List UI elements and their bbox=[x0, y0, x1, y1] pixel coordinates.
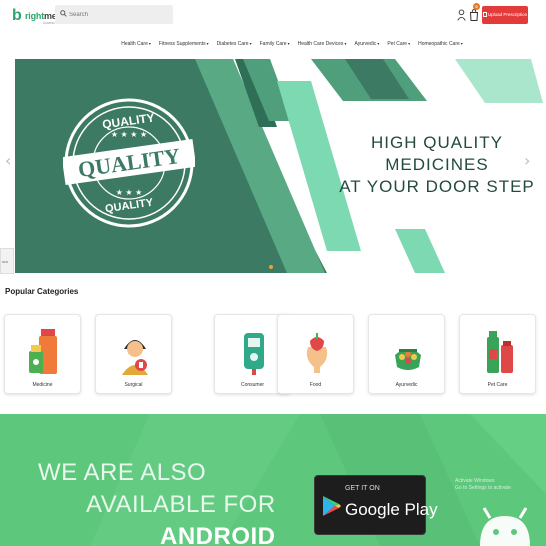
nav-family-care[interactable]: Family Care bbox=[260, 36, 290, 52]
svg-text:★ ★ ★: ★ ★ ★ bbox=[116, 188, 143, 197]
carousel-dot[interactable] bbox=[269, 265, 273, 269]
medicine-icon bbox=[29, 329, 57, 374]
nav-pet-care[interactable]: Pet Care bbox=[387, 36, 410, 52]
side-tab[interactable]: ora bbox=[0, 248, 14, 274]
android-headline-line-3: ANDROID bbox=[160, 523, 276, 546]
cart-icon[interactable] bbox=[469, 9, 479, 21]
google-play-icon bbox=[323, 496, 341, 516]
prescription-icon bbox=[482, 12, 487, 17]
popular-categories-title: Popular Categories bbox=[5, 287, 79, 296]
hero-headline-line-2: MEDICINES bbox=[385, 155, 489, 174]
search-icon bbox=[60, 10, 67, 17]
nav-health-care[interactable]: Health Care bbox=[121, 36, 151, 52]
logo-mark: b bbox=[12, 7, 22, 24]
svg-text:QUALITY: QUALITY bbox=[101, 110, 155, 131]
nav-diabetes-care[interactable]: Diabetes Care bbox=[217, 36, 252, 52]
search-input[interactable] bbox=[69, 8, 169, 21]
android-banner: WE ARE ALSO AVAILABLE FOR ANDROID GET IT… bbox=[0, 414, 546, 546]
upload-prescription-button[interactable]: Upload Prescription bbox=[482, 6, 528, 24]
pet-care-icon bbox=[487, 331, 513, 373]
ayurvedic-icon bbox=[395, 349, 421, 370]
google-play-big-text: Google Play bbox=[345, 500, 438, 519]
category-label: Pet Care bbox=[487, 382, 508, 388]
hero-headline-line-1: HIGH QUALITY bbox=[371, 133, 503, 152]
svg-text:★ ★ ★ ★: ★ ★ ★ ★ bbox=[111, 130, 147, 139]
nav-ayurvedic[interactable]: Ayurvedic bbox=[354, 36, 379, 52]
cart-count-badge: 0 bbox=[473, 3, 480, 10]
category-card-food[interactable]: Food bbox=[277, 314, 354, 394]
nav-homeopathic-care[interactable]: Homeopathic Care bbox=[418, 36, 463, 52]
category-label: Medicine bbox=[32, 382, 53, 388]
surgical-icon bbox=[122, 340, 148, 375]
android-headline: WE ARE ALSO AVAILABLE FOR ANDROID bbox=[38, 457, 276, 546]
category-list: Medicine Surgical Consumer Food Ayurvedi… bbox=[4, 314, 546, 394]
main-nav: Health Care Fitness Supplements Diabetes… bbox=[0, 36, 546, 52]
google-play-small-text: GET IT ON bbox=[345, 485, 380, 492]
site-header: b rightmed CURING YOU 0 Upload Prescript… bbox=[0, 0, 546, 34]
category-card-ayurvedic[interactable]: Ayurvedic bbox=[368, 314, 445, 394]
nav-fitness-supplements[interactable]: Fitness Supplements bbox=[159, 36, 209, 52]
svg-text:QUALITY: QUALITY bbox=[104, 197, 154, 216]
logo[interactable]: b rightmed CURING YOU bbox=[12, 6, 62, 28]
carousel-prev-icon[interactable]: ‹ bbox=[5, 153, 11, 169]
user-icon[interactable] bbox=[457, 9, 466, 21]
search-box[interactable] bbox=[55, 5, 173, 24]
activate-windows-watermark: Activate Windows Go to Settings to activ… bbox=[455, 478, 511, 491]
hero-banner[interactable]: QUALITY QUALITY QUALITY ★ ★ ★ ★ ★ ★ ★ HI… bbox=[15, 59, 545, 273]
google-play-button[interactable]: GET IT ON Google Play bbox=[314, 475, 438, 535]
nav-health-care-devices[interactable]: Health Care Devices bbox=[298, 36, 347, 52]
android-robot-icon bbox=[480, 507, 530, 546]
quality-stamp: QUALITY QUALITY QUALITY ★ ★ ★ ★ ★ ★ ★ bbox=[63, 98, 195, 228]
hero-headline: HIGH QUALITY MEDICINES AT YOUR DOOR STEP bbox=[337, 132, 537, 198]
food-icon bbox=[306, 333, 328, 373]
category-label: Food bbox=[309, 382, 322, 388]
category-label: Ayurvedic bbox=[395, 382, 418, 388]
carousel-next-icon[interactable]: › bbox=[524, 153, 530, 169]
category-label: Surgical bbox=[124, 382, 143, 388]
consumer-icon bbox=[244, 333, 264, 375]
android-headline-line-2: AVAILABLE FOR bbox=[86, 491, 276, 518]
category-card-surgical[interactable]: Surgical bbox=[95, 314, 172, 394]
category-card-pet-care[interactable]: Pet Care bbox=[459, 314, 536, 394]
hero-headline-line-3: AT YOUR DOOR STEP bbox=[339, 177, 535, 196]
android-headline-line-1: WE ARE ALSO bbox=[38, 459, 207, 486]
category-card-medicine[interactable]: Medicine bbox=[4, 314, 81, 394]
